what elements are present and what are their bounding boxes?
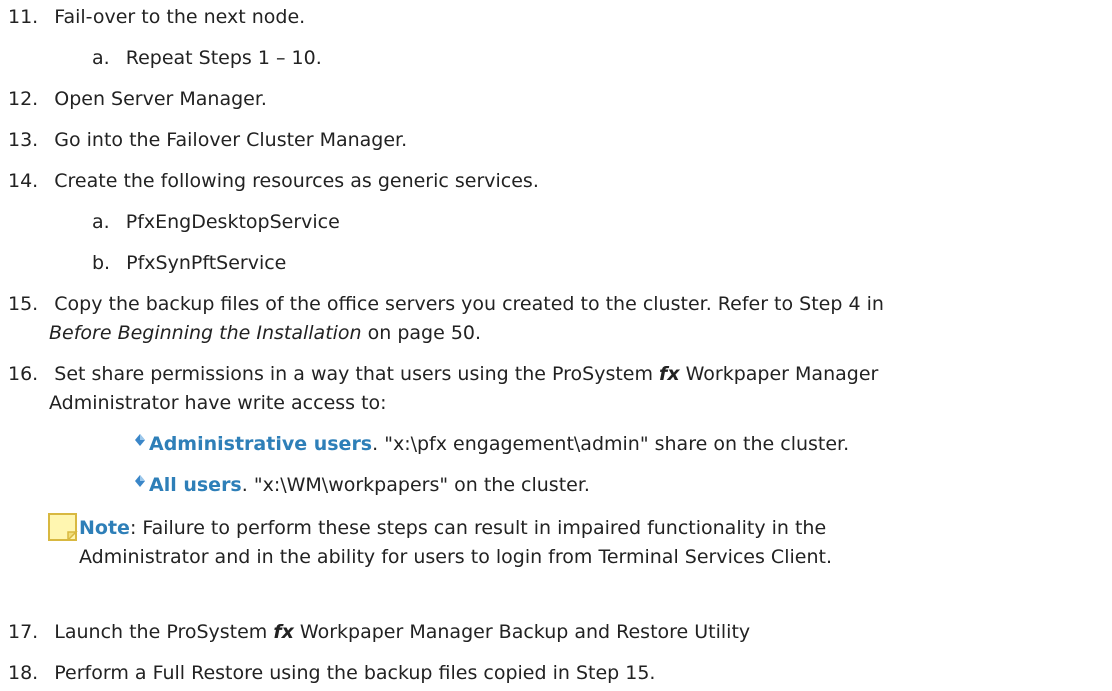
step-17: 17. Launch the ProSystem fx Workpaper Ma… <box>8 620 750 644</box>
note-label: Note <box>79 517 130 539</box>
step-number: 12. <box>8 88 39 110</box>
note-line2: Administrator and in the ability for use… <box>79 546 832 568</box>
sticky-note-icon <box>48 513 78 541</box>
step-12: 12. Open Server Manager. <box>8 87 267 111</box>
step-number: 13. <box>8 129 39 151</box>
step-14: 14. Create the following resources as ge… <box>8 169 539 193</box>
substep-letter: b. <box>92 252 111 274</box>
step-13: 13. Go into the Failover Cluster Manager… <box>8 128 407 152</box>
step-11: 11. Fail-over to the next node. <box>8 5 305 29</box>
step-number: 17. <box>8 621 39 643</box>
step-number: 15. <box>8 293 39 315</box>
step-text: Launch the ProSystem fx Workpaper Manage… <box>54 621 751 643</box>
step-text-line1: Copy the backup files of the office serv… <box>54 293 884 315</box>
substep-text: PfxEngDesktopService <box>125 211 340 233</box>
substep-text: Repeat Steps 1 – 10. <box>125 47 322 69</box>
step-16: 16. Set share permissions in a way that … <box>8 362 878 386</box>
substep-text: PfxSynPftService <box>126 252 287 274</box>
diamond-bullet-icon <box>135 434 145 446</box>
step-number: 16. <box>8 363 39 385</box>
step-15-line2: Before Beginning the Installation on pag… <box>49 321 481 345</box>
bullet-text: . "x:\pfx engagement\admin" share on the… <box>372 433 850 455</box>
step-18: 18. Perform a Full Restore using the bac… <box>8 661 655 685</box>
note-line1: Note: Failure to perform these steps can… <box>79 516 826 540</box>
substep-letter: a. <box>92 47 110 69</box>
bullet-all-users: All users. "x:\WM\workpapers" on the clu… <box>149 473 590 497</box>
step-text: Go into the Failover Cluster Manager. <box>54 129 408 151</box>
step-16-line2: Administrator have write access to: <box>49 392 387 414</box>
step-text: Fail-over to the next node. <box>54 6 306 28</box>
page-reference: on page 50. <box>361 322 482 344</box>
substep-letter: a. <box>92 211 110 233</box>
step-15: 15. Copy the backup files of the office … <box>8 292 884 316</box>
step-text: Perform a Full Restore using the backup … <box>54 662 656 684</box>
fx-brand: fx <box>273 621 294 643</box>
bullet-heading: Administrative users <box>149 433 373 455</box>
diamond-bullet-icon <box>135 475 145 487</box>
step-14-a: a. PfxEngDesktopService <box>92 210 340 234</box>
note-text: : Failure to perform these steps can res… <box>129 517 827 539</box>
step-number: 14. <box>8 170 39 192</box>
bullet-heading: All users <box>149 474 242 496</box>
bullet-admin-users: Administrative users. "x:\pfx engagement… <box>149 432 849 456</box>
step-number: 18. <box>8 662 39 684</box>
step-11-a: a. Repeat Steps 1 – 10. <box>92 46 322 70</box>
step-text: Create the following resources as generi… <box>54 170 539 192</box>
step-text: Open Server Manager. <box>54 88 267 110</box>
step-14-b: b. PfxSynPftService <box>92 251 286 275</box>
step-text-line1: Set share permissions in a way that user… <box>54 363 879 385</box>
step-number: 11. <box>8 6 39 28</box>
fx-brand: fx <box>659 363 680 385</box>
bullet-text: . "x:\WM\workpapers" on the cluster. <box>241 474 590 496</box>
doc-reference: Before Beginning the Installation <box>49 322 362 344</box>
